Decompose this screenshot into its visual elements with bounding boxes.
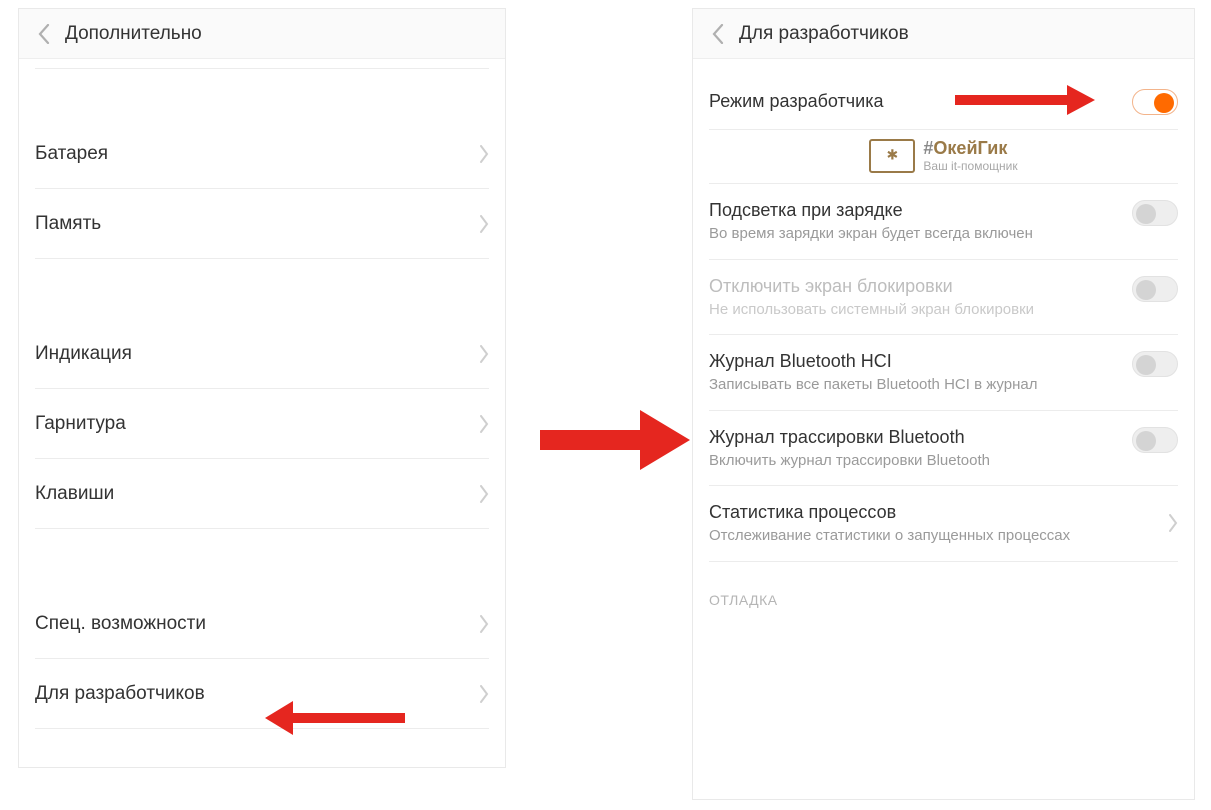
row-sub: Включить журнал трассировки Bluetooth	[709, 451, 1122, 471]
row-developer[interactable]: Для разработчиков	[35, 659, 489, 729]
header-left: Дополнительно	[19, 9, 505, 59]
settings-additional-panel: Дополнительно Батарея Память Индикация Г…	[18, 8, 506, 768]
truncated-row	[35, 59, 489, 69]
row-label: Память	[35, 213, 101, 235]
row-memory[interactable]: Память	[35, 189, 489, 259]
back-icon[interactable]	[29, 19, 59, 49]
chevron-right-icon	[1168, 514, 1178, 532]
annotation-arrow-middle	[540, 410, 690, 470]
row-label: Спец. возможности	[35, 613, 206, 635]
chevron-right-icon	[479, 145, 489, 163]
row-backlight[interactable]: Подсветка при зарядке Во время зарядки э…	[709, 184, 1178, 260]
row-indication[interactable]: Индикация	[35, 319, 489, 389]
row-title: Журнал трассировки Bluetooth	[709, 425, 1122, 449]
row-sub: Записывать все пакеты Bluetooth HCI в жу…	[709, 375, 1122, 395]
list-right: Режим разработчика #ОкейГик Ваш it-помощ…	[693, 59, 1194, 799]
row-title: Журнал Bluetooth HCI	[709, 349, 1122, 373]
chevron-right-icon	[479, 685, 489, 703]
row-title: Отключить экран блокировки	[709, 274, 1122, 298]
chevron-right-icon	[479, 415, 489, 433]
header-title-right: Для разработчиков	[739, 23, 909, 45]
row-label: Клавиши	[35, 483, 114, 505]
row-proc-stats[interactable]: Статистика процессов Отслеживание статис…	[709, 486, 1178, 562]
back-icon[interactable]	[703, 19, 733, 49]
row-title: Подсветка при зарядке	[709, 198, 1122, 222]
chevron-right-icon	[479, 215, 489, 233]
row-sub: Во время зарядки экран будет всегда вклю…	[709, 224, 1122, 244]
row-label: Индикация	[35, 343, 132, 365]
chevron-right-icon	[479, 485, 489, 503]
row-title: Режим разработчика	[709, 89, 1122, 113]
row-battery[interactable]: Батарея	[35, 119, 489, 189]
row-label: Батарея	[35, 143, 108, 165]
row-title: Статистика процессов	[709, 500, 1158, 524]
chevron-right-icon	[479, 345, 489, 363]
watermark-hash: #	[923, 138, 933, 158]
header-right: Для разработчиков	[693, 9, 1194, 59]
watermark: #ОкейГик Ваш it-помощник	[709, 138, 1178, 173]
watermark-sub: Ваш it-помощник	[923, 159, 1017, 173]
row-headset[interactable]: Гарнитура	[35, 389, 489, 459]
row-label: Для разработчиков	[35, 683, 205, 705]
list-left: Батарея Память Индикация Гарнитура Клави…	[19, 59, 505, 767]
row-keys[interactable]: Клавиши	[35, 459, 489, 529]
row-sub: Отслеживание статистики о запущенных про…	[709, 526, 1158, 546]
row-bt-trace[interactable]: Журнал трассировки Bluetooth Включить жу…	[709, 411, 1178, 487]
toggle-bt-hci[interactable]	[1132, 351, 1178, 377]
toggle-backlight[interactable]	[1132, 200, 1178, 226]
toggle-disable-lock	[1132, 276, 1178, 302]
row-sub: Не использовать системный экран блокиров…	[709, 300, 1122, 320]
toggle-bt-trace[interactable]	[1132, 427, 1178, 453]
header-title-left: Дополнительно	[65, 23, 202, 45]
developer-options-panel: Для разработчиков Режим разработчика #Ок…	[692, 8, 1195, 800]
row-label: Гарнитура	[35, 413, 126, 435]
toggle-dev-mode[interactable]	[1132, 89, 1178, 115]
row-dev-mode[interactable]: Режим разработчика	[709, 73, 1178, 130]
watermark-title: ОкейГик	[933, 138, 1007, 158]
laptop-icon	[869, 139, 915, 173]
row-bt-hci[interactable]: Журнал Bluetooth HCI Записывать все паке…	[709, 335, 1178, 411]
row-accessibility[interactable]: Спец. возможности	[35, 589, 489, 659]
chevron-right-icon	[479, 615, 489, 633]
row-disable-lock: Отключить экран блокировки Не использова…	[709, 260, 1178, 336]
section-debug-label: ОТЛАДКА	[709, 592, 1178, 608]
